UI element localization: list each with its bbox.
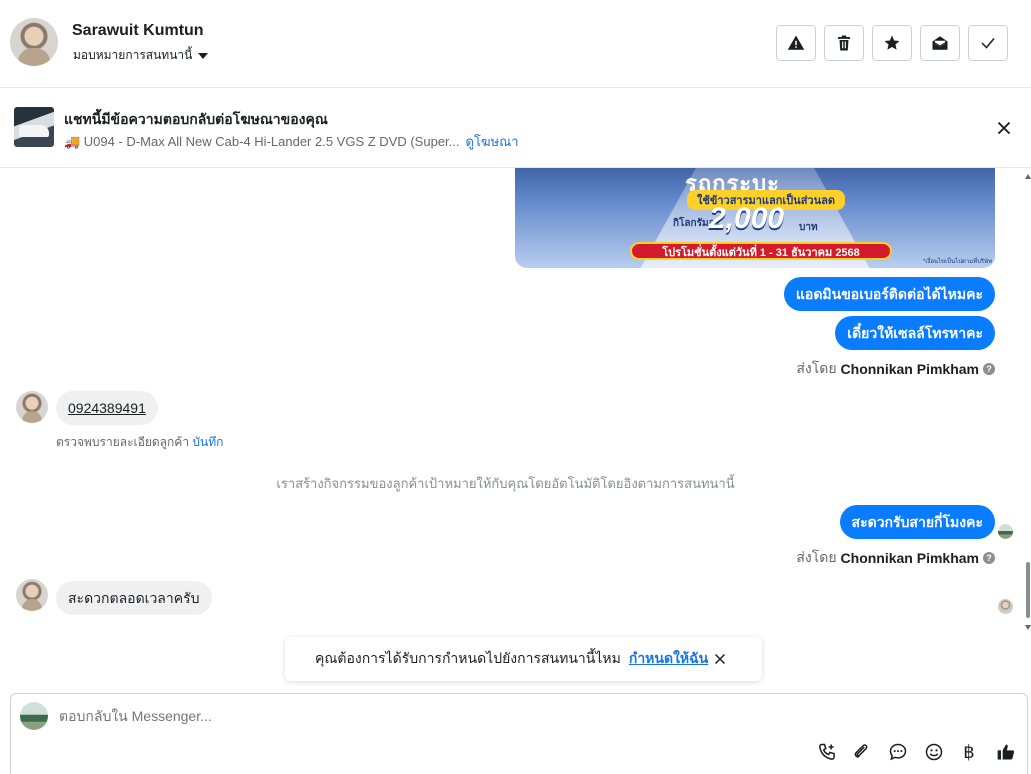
payment-baht-icon[interactable]: ฿: [957, 740, 981, 764]
mark-spam-button[interactable]: [776, 25, 816, 61]
smiley-icon: [925, 743, 943, 761]
attach-button[interactable]: [849, 740, 873, 764]
contact-avatar-small[interactable]: [16, 579, 48, 611]
message-thread: รถกระบะ ใช้ข้าวสารมาแลกเป็นส่วนลด กิโลกร…: [0, 168, 1031, 688]
incoming-message-phone[interactable]: 0924389491: [56, 391, 158, 425]
system-note: เราสร้างกิจกรรมของลูกค้าเป้าหมายให้กับคุ…: [276, 476, 735, 491]
saved-replies-button[interactable]: [886, 740, 910, 764]
phone-plus-icon: [819, 743, 835, 760]
assign-dropdown[interactable]: มอบหมายการสนทนานี้: [73, 46, 209, 65]
star-button[interactable]: [872, 25, 912, 61]
contact-name[interactable]: Sarawuit Kumtun: [72, 22, 204, 40]
caret-down-icon: [198, 52, 209, 59]
assign-to-me-link[interactable]: กำหนดให้ฉัน: [629, 648, 708, 670]
help-icon[interactable]: ?: [983, 363, 995, 375]
ad-banner-subtitle: 🚚 U094 - D-Max All New Cab-4 Hi-Lander 2…: [64, 131, 519, 152]
paperclip-icon: [854, 744, 868, 758]
promo-amount: 2,000: [709, 202, 785, 235]
mark-done-button[interactable]: [968, 25, 1008, 61]
scroll-down-arrow-icon[interactable]: [1025, 625, 1031, 630]
promo-currency: บาท: [799, 222, 818, 233]
like-button[interactable]: [994, 740, 1018, 764]
star-icon: [884, 35, 900, 50]
call-button[interactable]: [815, 740, 839, 764]
help-icon[interactable]: ?: [983, 552, 995, 564]
trash-icon: [838, 35, 850, 51]
scrollbar-thumb[interactable]: [1026, 562, 1030, 618]
check-icon: [981, 38, 995, 49]
chat-bubble-icon: [889, 743, 907, 761]
thumbs-up-icon: [997, 744, 1015, 760]
assign-question: คุณต้องการได้รับการกำหนดไปยังการสนทนานี้…: [315, 650, 621, 666]
outgoing-message[interactable]: สะดวกรับสายกี่โมงคะ: [839, 505, 995, 539]
delete-button[interactable]: [824, 25, 864, 61]
incoming-message[interactable]: สะดวกตลอดเวลาครับ: [56, 581, 212, 615]
customer-details-detected: ตรวจพบรายละเอียดลูกค้า บันทึก: [56, 433, 223, 452]
sent-by-prefix: ส่งโดย: [796, 360, 837, 376]
save-details-link[interactable]: บันทึก: [192, 435, 223, 449]
contact-avatar-small[interactable]: [16, 391, 48, 423]
detected-text: ตรวจพบรายละเอียดลูกค้า: [56, 435, 190, 449]
sent-by-prefix: ส่งโดย: [796, 549, 837, 565]
promo-period: โปรโมชั่นตั้งแต่วันที่ 1 - 31 ธันวาคม 25…: [630, 242, 892, 260]
read-receipt-avatar: [998, 524, 1013, 539]
reply-composer: ฿: [10, 693, 1028, 774]
scroll-up-arrow-icon[interactable]: [1025, 174, 1031, 179]
assign-label: มอบหมายการสนทนานี้: [73, 48, 193, 62]
promo-image[interactable]: รถกระบะ ใช้ข้าวสารมาแลกเป็นส่วนลด กิโลกร…: [515, 168, 995, 268]
page-avatar: [20, 702, 48, 730]
close-icon[interactable]: [992, 118, 1016, 140]
outgoing-message[interactable]: เดี๋ยวให้เซลล์โทรหาคะ: [835, 316, 995, 350]
promo-fine-print: *เงื่อนไขเป็นไปตามที่บริษัท กำหนด: [923, 259, 993, 265]
sent-by-label: ส่งโดย Chonnikan Pimkham ?: [796, 358, 995, 380]
sent-by-name: Chonnikan Pimkham: [840, 550, 979, 566]
emoji-button[interactable]: [922, 740, 946, 764]
contact-avatar[interactable]: [10, 18, 58, 66]
sent-by-label: ส่งโดย Chonnikan Pimkham ?: [796, 547, 995, 569]
ad-product-name: 🚚 U094 - D-Max All New Cab-4 Hi-Lander 2…: [64, 133, 460, 149]
assign-conversation-prompt: คุณต้องการได้รับการกำหนดไปยังการสนทนานี้…: [285, 637, 762, 681]
mark-unread-button[interactable]: [920, 25, 960, 61]
warning-icon: [787, 35, 805, 50]
close-icon[interactable]: [711, 650, 729, 668]
ad-reply-banner: แชทนี้มีข้อความตอบกลับต่อโฆษณาของคุณ 🚚 U…: [0, 88, 1031, 168]
view-ad-link[interactable]: ดูโฆษณา: [466, 131, 519, 152]
reply-input[interactable]: [59, 708, 759, 724]
sent-by-name: Chonnikan Pimkham: [840, 361, 979, 377]
ad-thumbnail: [14, 107, 54, 147]
conversation-header: Sarawuit Kumtun มอบหมายการสนทนานี้: [0, 0, 1031, 88]
ad-banner-title: แชทนี้มีข้อความตอบกลับต่อโฆษณาของคุณ: [64, 111, 328, 127]
read-receipt-avatar: [998, 599, 1013, 614]
outgoing-message[interactable]: แอดมินขอเบอร์ติดต่อได้ไหมคะ: [783, 277, 995, 311]
envelope-open-icon: [932, 36, 948, 50]
